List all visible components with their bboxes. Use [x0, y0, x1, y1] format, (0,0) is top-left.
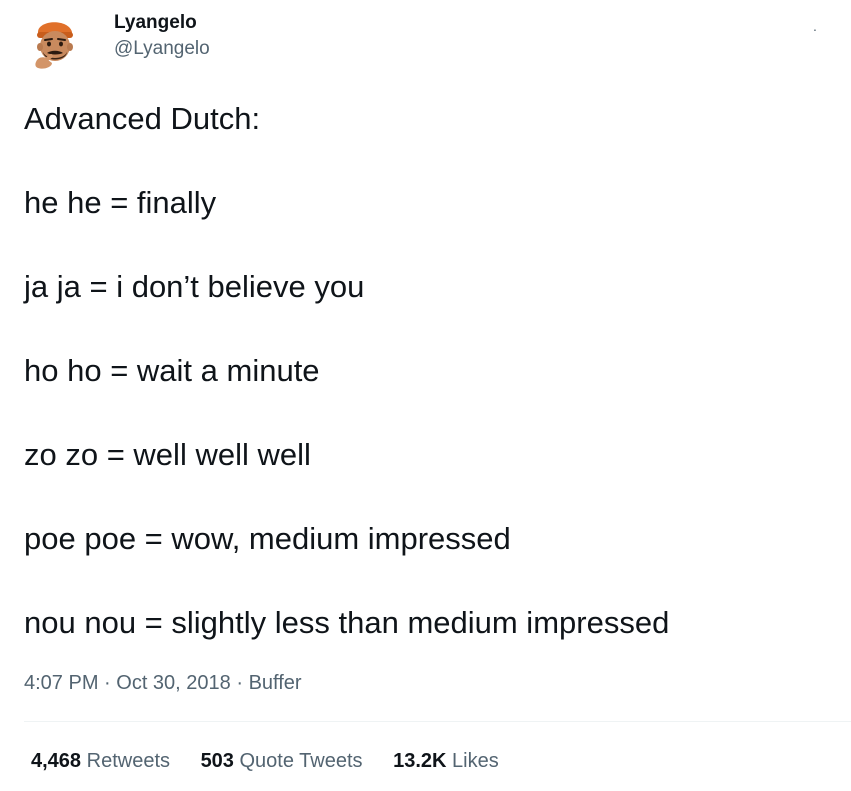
author-display-name[interactable]: Lyangelo — [114, 12, 210, 34]
meta-separator: · — [230, 672, 249, 694]
tweet-line: zo zo = well well well — [24, 437, 311, 472]
retweets-label: Retweets — [86, 750, 170, 772]
tweet-card: Lyangelo @Lyangelo · Advanced Dutch: he … — [0, 0, 851, 791]
tweet-date-link[interactable]: Oct 30, 2018 — [116, 672, 231, 694]
memoji-avatar-icon — [35, 22, 73, 69]
retweets-stat-link[interactable]: 4,468 Retweets — [31, 746, 170, 776]
tweet-line: ho ho = wait a minute — [24, 353, 320, 388]
more-options-icon[interactable]: · — [808, 22, 822, 36]
divider — [24, 721, 851, 722]
quote-tweets-stat-link[interactable]: 503 Quote Tweets — [201, 746, 363, 776]
tweet-source-link[interactable]: Buffer — [249, 672, 302, 694]
author-handle[interactable]: @Lyangelo — [114, 37, 210, 61]
meta-separator: · — [98, 672, 117, 694]
avatar[interactable] — [22, 10, 86, 74]
quote-tweets-count: 503 — [200, 750, 234, 772]
tweet-line: ja ja = i don’t believe you — [24, 269, 365, 304]
tweet-stats: 4,468 Retweets 503 Quote Tweets 13.2K Li… — [31, 746, 524, 776]
likes-label: Likes — [452, 750, 499, 772]
retweets-count: 4,468 — [31, 750, 82, 772]
tweet-time-link[interactable]: 4:07 PM — [24, 672, 98, 694]
tweet-line: nou nou = slightly less than medium impr… — [24, 605, 670, 640]
tweet-line: poe poe = wow, medium impressed — [24, 521, 511, 556]
author-name-block: Lyangelo @Lyangelo — [114, 12, 210, 61]
likes-count: 13.2K — [393, 750, 447, 772]
tweet-line: he he = finally — [24, 185, 217, 220]
likes-stat-link[interactable]: 13.2K Likes — [393, 746, 499, 776]
tweet-text: Advanced Dutch: he he = finally ja ja = … — [24, 100, 834, 642]
tweet-line: Advanced Dutch: — [24, 101, 261, 136]
tweet-header: Lyangelo @Lyangelo · — [22, 10, 822, 74]
tweet-meta: 4:07 PM · Oct 30, 2018 · Buffer — [24, 668, 302, 698]
quote-tweets-label: Quote Tweets — [239, 750, 363, 772]
